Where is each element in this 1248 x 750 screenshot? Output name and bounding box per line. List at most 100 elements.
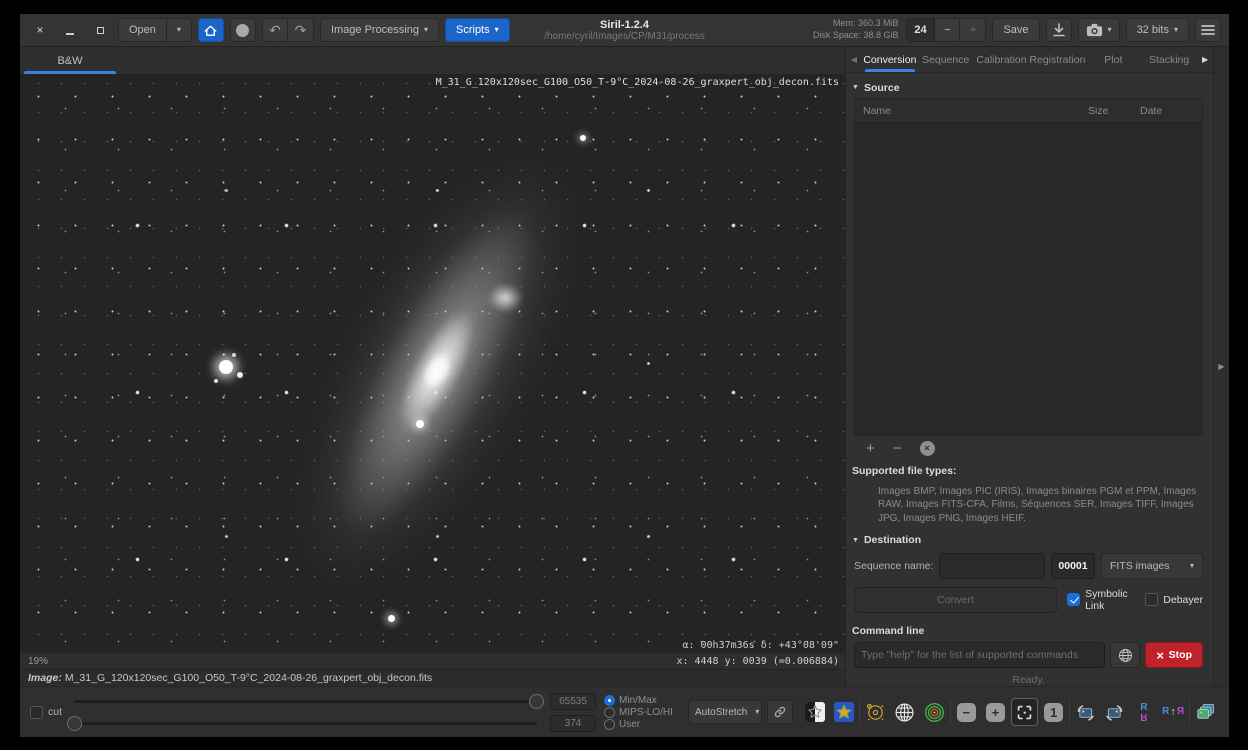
symbolic-link-checkbox[interactable]: Symbolic Link xyxy=(1067,588,1135,612)
expander-down-icon: ▼ xyxy=(852,537,859,544)
hamburger-menu-button[interactable] xyxy=(1195,18,1221,42)
image-overlay-filename: M_31_G_120x120sec_G100_O50_T-9°C_2024-08… xyxy=(436,77,839,88)
psf-icon xyxy=(865,702,886,723)
command-input[interactable] xyxy=(854,642,1105,668)
bit-depth-dropdown[interactable]: 32 bits ▾ xyxy=(1126,18,1189,42)
tab-registration[interactable]: Registration xyxy=(1029,47,1085,72)
zoom-one-to-one-button[interactable]: 1 xyxy=(1040,697,1067,727)
open-button[interactable]: Open xyxy=(118,18,167,42)
column-name[interactable]: Name xyxy=(855,105,1088,117)
home-button[interactable] xyxy=(198,18,224,42)
convert-button[interactable]: Convert xyxy=(854,587,1057,613)
tab-stacking[interactable]: Stacking xyxy=(1141,47,1197,72)
rotate-right-button[interactable] xyxy=(1101,697,1128,727)
radio-unselected-icon xyxy=(604,707,615,718)
threads-decrease-button[interactable]: − xyxy=(934,18,960,42)
panel-expand-button[interactable]: ▶ xyxy=(1218,362,1224,371)
high-level-value[interactable]: 65535 xyxy=(550,693,596,710)
mirror-vertical-button[interactable]: R R xyxy=(1131,697,1158,727)
destination-title: Destination xyxy=(864,534,921,546)
radio-min-max[interactable]: Min/Max xyxy=(604,695,682,706)
supported-text: Images BMP, Images PIC (IRIS), Images bi… xyxy=(852,483,1205,532)
high-level-slider[interactable] xyxy=(66,692,545,710)
output-format-dropdown[interactable]: FITS images ▾ xyxy=(1101,553,1203,579)
source-file-list[interactable]: Name Size Date xyxy=(854,98,1203,436)
tab-plot[interactable]: Plot xyxy=(1085,47,1141,72)
zoom-out-button[interactable]: − xyxy=(953,697,980,727)
stop-button[interactable]: × Stop xyxy=(1145,642,1203,668)
symbolic-link-label: Symbolic Link xyxy=(1085,588,1135,612)
clear-list-button[interactable]: × xyxy=(920,441,935,456)
radio-mips-lo-hi[interactable]: MIPS-LO/HI xyxy=(604,707,682,718)
destination-expander[interactable]: ▼ Destination xyxy=(852,531,1205,548)
slider-handle[interactable] xyxy=(529,694,544,709)
debayer-checkbox[interactable]: Debayer xyxy=(1145,593,1203,606)
photometry-target-button[interactable] xyxy=(921,697,948,727)
link-channels-button[interactable] xyxy=(767,700,793,724)
redo-button[interactable]: ↷ xyxy=(288,18,314,42)
companion-galaxy xyxy=(482,279,528,317)
column-date[interactable]: Date xyxy=(1140,105,1202,117)
tab-bw[interactable]: B&W xyxy=(20,47,120,74)
stretch-mode-dropdown[interactable]: AutoStretch ▾ xyxy=(688,700,762,724)
image-canvas[interactable]: M_31_G_120x120sec_G100_O50_T-9°C_2024-08… xyxy=(20,75,845,653)
negative-view-button[interactable] xyxy=(801,697,828,727)
record-button[interactable] xyxy=(230,18,256,42)
titlebar: × Open ▾ ↶ ↷ Image Processing ▾ Scripts … xyxy=(20,14,1229,47)
radio-user[interactable]: User xyxy=(604,719,682,730)
title-block: Siril-1.2.4 /home/cyril/Images/CP/M31/pr… xyxy=(544,19,705,42)
tab-sequence[interactable]: Sequence xyxy=(918,47,974,72)
clear-icon: × xyxy=(920,441,935,456)
column-size[interactable]: Size xyxy=(1088,105,1140,117)
scripts-menu-button[interactable]: Scripts ▾ xyxy=(445,18,510,42)
slider-track xyxy=(74,700,537,703)
sequence-frames-button[interactable] xyxy=(1192,697,1219,727)
save-button[interactable]: Save xyxy=(992,18,1039,42)
mirror-horizontal-icon: R ↑ Я xyxy=(1162,707,1184,718)
save-as-button[interactable] xyxy=(1046,18,1072,42)
cut-checkbox[interactable]: cut xyxy=(30,706,62,719)
image-processing-menu-button[interactable]: Image Processing ▾ xyxy=(320,18,439,42)
target-rings-icon xyxy=(924,702,945,723)
source-list-header: Name Size Date xyxy=(855,99,1202,123)
maximize-window-button[interactable] xyxy=(88,18,112,42)
threads-increase-button[interactable]: + xyxy=(960,18,986,42)
supported-title: Supported file types: xyxy=(852,465,1205,483)
tabs-scroll-right-button[interactable]: ▶ xyxy=(1197,47,1213,72)
bright-star xyxy=(219,360,233,374)
astrometry-button[interactable] xyxy=(891,697,918,727)
mirror-horizontal-button[interactable]: R ↑ Я xyxy=(1160,697,1187,727)
sequence-name-input[interactable] xyxy=(939,553,1045,579)
command-help-button[interactable] xyxy=(1110,642,1140,668)
low-level-value[interactable]: 374 xyxy=(550,715,596,732)
minimize-window-button[interactable] xyxy=(58,18,82,42)
stretch-mode-value: AutoStretch xyxy=(695,707,747,718)
globe-icon xyxy=(1118,648,1133,663)
psf-button[interactable] xyxy=(862,697,889,727)
chevron-down-icon: ▾ xyxy=(177,26,181,34)
snapshot-button[interactable]: ▾ xyxy=(1078,18,1120,42)
source-expander[interactable]: ▼ Source xyxy=(852,79,1205,96)
zoom-in-button[interactable]: + xyxy=(982,697,1009,727)
siril-window: × Open ▾ ↶ ↷ Image Processing ▾ Scripts … xyxy=(20,14,1229,737)
sequence-counter[interactable]: 00001 xyxy=(1051,553,1095,579)
undo-button[interactable]: ↶ xyxy=(262,18,288,42)
slider-handle[interactable] xyxy=(67,716,82,731)
tab-conversion[interactable]: Conversion xyxy=(862,47,918,72)
star-detection-button[interactable] xyxy=(830,697,857,727)
panel-expand-icon: ▶ xyxy=(1218,362,1224,371)
remove-files-button[interactable]: − xyxy=(893,441,902,456)
source-list-body[interactable] xyxy=(855,123,1202,435)
close-window-button[interactable]: × xyxy=(28,18,52,42)
low-level-slider[interactable] xyxy=(66,714,545,732)
tabs-scroll-left-button[interactable]: ◀ xyxy=(846,47,862,72)
radio-unselected-icon xyxy=(604,719,615,730)
cut-label: cut xyxy=(48,706,62,718)
open-dropdown-button[interactable]: ▾ xyxy=(167,18,192,42)
add-files-button[interactable]: + xyxy=(866,441,875,456)
rotate-left-button[interactable] xyxy=(1072,697,1099,727)
tab-calibration[interactable]: Calibration xyxy=(974,47,1030,72)
fit-to-window-icon xyxy=(1016,704,1033,721)
zoom-fit-button[interactable] xyxy=(1011,698,1038,726)
redo-icon: ↷ xyxy=(295,23,307,37)
